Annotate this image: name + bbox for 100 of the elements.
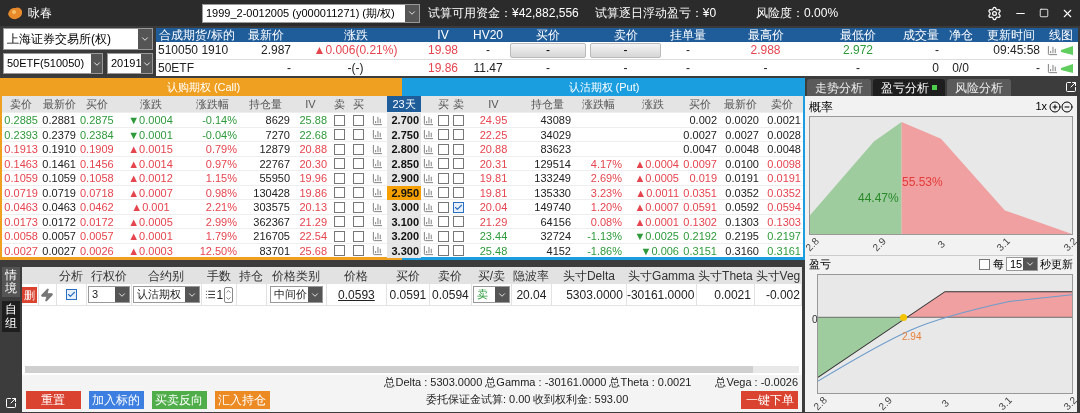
checkbox[interactable] xyxy=(453,187,464,199)
maximize-icon[interactable] xyxy=(1039,8,1049,18)
external-link-icon[interactable] xyxy=(4,397,17,409)
account-select[interactable]: 1999_2-0012005 (y000011271) (期/权) xyxy=(202,3,420,23)
settings-icon[interactable] xyxy=(987,5,1002,21)
chart-icon[interactable] xyxy=(423,172,434,184)
checkbox[interactable] xyxy=(353,187,364,199)
checkbox[interactable] xyxy=(333,216,345,228)
side-select[interactable]: 卖 xyxy=(472,286,510,303)
checkbox[interactable] xyxy=(438,158,449,170)
zoom-in-icon[interactable] xyxy=(1049,100,1061,113)
zoom-out-icon[interactable] xyxy=(1061,100,1073,113)
checkbox[interactable] xyxy=(353,114,364,126)
checkbox[interactable] xyxy=(353,143,364,155)
chart-icon[interactable] xyxy=(372,172,383,184)
checkbox[interactable] xyxy=(333,158,345,170)
underlying-select[interactable]: 50ETF(510050) xyxy=(3,53,103,74)
interval-select[interactable]: 15 xyxy=(1006,257,1038,271)
checkbox[interactable] xyxy=(353,201,364,213)
chart-icon[interactable] xyxy=(423,143,434,155)
price-link[interactable]: 0.0593 xyxy=(338,285,375,304)
chart-icon[interactable] xyxy=(423,216,434,228)
checkbox[interactable] xyxy=(438,216,449,228)
checkbox[interactable] xyxy=(333,187,345,199)
strike-price[interactable]: 3.200 xyxy=(387,229,421,244)
checkbox[interactable] xyxy=(453,158,464,170)
chart-icon[interactable] xyxy=(372,129,383,141)
chart-icon[interactable] xyxy=(423,245,434,257)
chart-icon[interactable] xyxy=(372,143,383,155)
checkbox[interactable] xyxy=(333,172,345,184)
checkbox[interactable] xyxy=(333,143,345,155)
month-select[interactable]: 20191 xyxy=(107,53,153,74)
analysis-tab[interactable]: 风险分析 xyxy=(947,79,1011,96)
checkbox[interactable] xyxy=(453,230,464,242)
ask-button[interactable]: - xyxy=(590,43,661,58)
checkbox[interactable] xyxy=(333,114,345,126)
checkbox[interactable] xyxy=(453,201,464,213)
strike-price[interactable]: 2.900 xyxy=(387,171,421,186)
submit-order-button[interactable]: 一键下单 xyxy=(741,390,798,409)
checkbox[interactable] xyxy=(438,245,449,257)
chart-icon[interactable] xyxy=(423,129,434,141)
side-tab[interactable]: 自组 xyxy=(1,301,20,332)
checkbox[interactable] xyxy=(353,230,364,242)
action-button[interactable]: 重置 xyxy=(25,390,81,409)
lightning-icon[interactable] xyxy=(40,287,55,302)
chart-icon[interactable] xyxy=(1047,45,1058,56)
checkbox[interactable] xyxy=(453,172,464,184)
checkbox[interactable] xyxy=(453,216,464,228)
delete-button[interactable]: 删 xyxy=(22,286,38,303)
strike-select[interactable]: 3 xyxy=(87,286,130,303)
increment-icon[interactable] xyxy=(225,287,233,295)
checkbox[interactable] xyxy=(333,129,345,141)
chart-icon[interactable] xyxy=(372,201,383,213)
checkbox[interactable] xyxy=(438,114,449,126)
chart-icon[interactable] xyxy=(372,187,383,199)
chart-icon[interactable] xyxy=(423,114,434,126)
chart-icon[interactable] xyxy=(372,216,383,228)
strike-price[interactable]: 3.000 xyxy=(387,200,421,215)
quantity-stepper[interactable]: 1 xyxy=(204,285,234,304)
checkbox[interactable] xyxy=(333,230,345,242)
chart-icon[interactable] xyxy=(372,158,383,170)
contract-type-select[interactable]: 认沽期权 xyxy=(132,286,200,303)
checkbox[interactable] xyxy=(438,129,449,141)
chart-icon[interactable] xyxy=(423,230,434,242)
chart-icon[interactable] xyxy=(372,245,383,257)
price-type-select[interactable]: 中间价 xyxy=(269,286,323,303)
scrollbar[interactable] xyxy=(24,366,799,373)
strike-price[interactable]: 2.700 xyxy=(387,113,421,128)
checkbox[interactable] xyxy=(333,245,345,257)
auto-refresh-checkbox[interactable] xyxy=(979,258,990,270)
action-button[interactable]: 加入标的 xyxy=(88,390,144,409)
checkbox[interactable] xyxy=(453,245,464,257)
external-link-icon[interactable] xyxy=(1065,81,1077,93)
checkbox[interactable] xyxy=(353,129,364,141)
side-tab[interactable]: 情境 xyxy=(1,267,20,298)
chart-icon[interactable] xyxy=(372,230,383,242)
analysis-tab[interactable]: 走势分析 xyxy=(807,79,871,96)
chart-icon[interactable] xyxy=(372,114,383,126)
checkbox[interactable] xyxy=(453,114,464,126)
checkbox[interactable] xyxy=(438,187,449,199)
exchange-select[interactable]: 上海证券交易所(权) xyxy=(3,28,153,50)
chart-icon[interactable] xyxy=(423,187,434,199)
analysis-tab[interactable]: 盈亏分析 xyxy=(873,79,945,96)
chart-icon[interactable] xyxy=(423,158,434,170)
decrement-icon[interactable] xyxy=(225,294,233,302)
checkbox[interactable] xyxy=(353,216,364,228)
checkbox[interactable] xyxy=(438,143,449,155)
checkbox[interactable] xyxy=(438,230,449,242)
strike-price[interactable]: 2.800 xyxy=(387,142,421,157)
bid-button[interactable]: - xyxy=(510,43,586,58)
checkbox[interactable] xyxy=(353,158,364,170)
checkbox[interactable] xyxy=(438,172,449,184)
checkbox[interactable] xyxy=(453,143,464,155)
checkbox[interactable] xyxy=(65,289,77,300)
checkbox[interactable] xyxy=(438,201,449,213)
chart-icon[interactable] xyxy=(1047,62,1058,74)
checkbox[interactable] xyxy=(333,201,345,213)
checkbox[interactable] xyxy=(453,129,464,141)
chart-icon[interactable] xyxy=(423,201,434,213)
checkbox[interactable] xyxy=(353,172,364,184)
